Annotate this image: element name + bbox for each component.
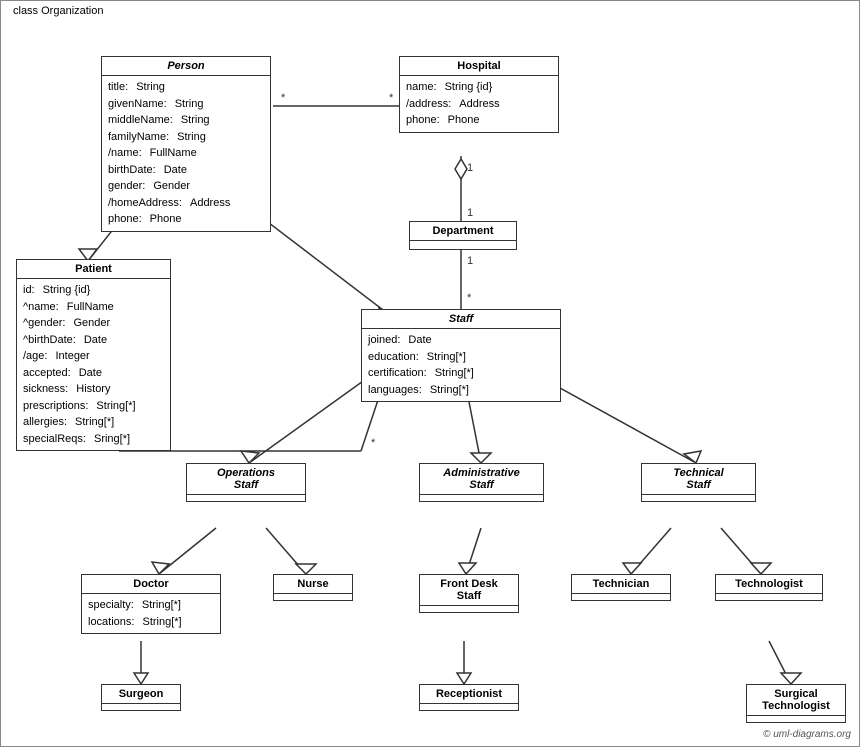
svg-text:*: *	[371, 437, 376, 449]
nurse-class: Nurse	[273, 574, 353, 601]
hospital-class-body: name:String {id} /address:Address phone:…	[400, 76, 558, 132]
receptionist-class: Receptionist	[419, 684, 519, 711]
staff-class: Staff joined:Date education:String[*] ce…	[361, 309, 561, 402]
person-class-header: Person	[102, 57, 270, 76]
operations-staff-class: Operations Staff	[186, 463, 306, 502]
svg-text:1: 1	[467, 162, 473, 174]
patient-class-body: id:String {id} ^name:FullName ^gender:Ge…	[17, 279, 170, 450]
technical-staff-class: Technical Staff	[641, 463, 756, 502]
receptionist-class-header: Receptionist	[420, 685, 518, 704]
surgeon-class: Surgeon	[101, 684, 181, 711]
nurse-class-header: Nurse	[274, 575, 352, 594]
front-desk-staff-header: Front Desk Staff	[420, 575, 518, 606]
copyright-text: © uml-diagrams.org	[763, 729, 851, 740]
department-class-body	[410, 241, 516, 249]
diagram-title: class Organization	[9, 5, 108, 17]
administrative-staff-class: Administrative Staff	[419, 463, 544, 502]
staff-class-header: Staff	[362, 310, 560, 329]
department-class: Department	[409, 221, 517, 250]
surgeon-class-header: Surgeon	[102, 685, 180, 704]
hospital-class: Hospital name:String {id} /address:Addre…	[399, 56, 559, 133]
surgical-technologist-header: Surgical Technologist	[747, 685, 845, 716]
staff-class-body: joined:Date education:String[*] certific…	[362, 329, 560, 401]
doctor-class-header: Doctor	[82, 575, 220, 594]
technologist-class: Technologist	[715, 574, 823, 601]
department-class-header: Department	[410, 222, 516, 241]
svg-text:*: *	[281, 92, 286, 104]
technician-class: Technician	[571, 574, 671, 601]
diagram-container: class Organization * * 1 1 1 * * *	[0, 0, 860, 747]
svg-text:*: *	[389, 92, 394, 104]
doctor-class-body: specialty:String[*] locations:String[*]	[82, 594, 220, 633]
hospital-class-header: Hospital	[400, 57, 558, 76]
svg-text:1: 1	[467, 255, 473, 267]
technical-staff-header: Technical Staff	[642, 464, 755, 495]
technician-class-header: Technician	[572, 575, 670, 594]
svg-text:*: *	[467, 292, 472, 304]
front-desk-staff-class: Front Desk Staff	[419, 574, 519, 613]
patient-class-header: Patient	[17, 260, 170, 279]
administrative-staff-header: Administrative Staff	[420, 464, 543, 495]
person-class-body: title:String givenName:String middleName…	[102, 76, 270, 231]
technologist-class-header: Technologist	[716, 575, 822, 594]
doctor-class: Doctor specialty:String[*] locations:Str…	[81, 574, 221, 634]
person-class: Person title:String givenName:String mid…	[101, 56, 271, 232]
operations-staff-header: Operations Staff	[187, 464, 305, 495]
patient-class: Patient id:String {id} ^name:FullName ^g…	[16, 259, 171, 451]
surgical-technologist-class: Surgical Technologist	[746, 684, 846, 723]
svg-text:1: 1	[467, 207, 473, 219]
